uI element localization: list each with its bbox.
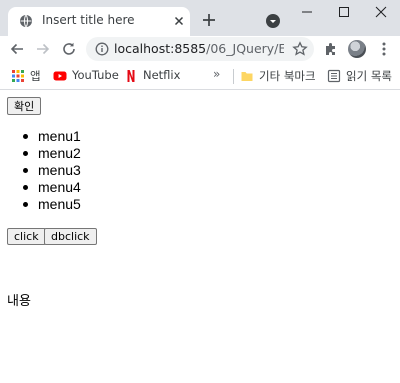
menu-list: menu1 menu2 menu3 menu4 menu5 xyxy=(0,128,81,213)
reload-icon[interactable] xyxy=(61,41,77,57)
bookmark-star-icon[interactable] xyxy=(292,41,308,57)
bookmarks-bar: 앱 YouTube Netflix » 기타 북마크 읽기 목록 xyxy=(0,63,400,90)
tab-title: Insert title here xyxy=(42,13,135,27)
active-tab[interactable]: Insert title here xyxy=(8,7,190,36)
list-item: menu1 xyxy=(0,128,81,145)
minimize-icon[interactable] xyxy=(297,4,317,20)
browser-toolbar: localhost:8585/06_JQuery/Even... xyxy=(0,36,400,63)
url-text[interactable]: localhost:8585/06_JQuery/Even... xyxy=(114,41,284,56)
click-button[interactable]: click xyxy=(7,228,46,245)
close-window-icon[interactable] xyxy=(371,4,391,20)
new-tab-plus-icon[interactable] xyxy=(201,12,217,28)
list-item: menu2 xyxy=(0,145,81,162)
bookmark-label: Netflix xyxy=(143,68,181,82)
page-content: 확인 menu1 menu2 menu3 menu4 menu5 click d… xyxy=(0,90,400,383)
bookmark-label: 읽기 목록 xyxy=(346,69,392,83)
bookmarks-divider xyxy=(233,69,234,84)
globe-icon xyxy=(20,14,32,28)
list-item: menu4 xyxy=(0,179,81,196)
maximize-icon[interactable] xyxy=(334,4,354,20)
site-info-icon[interactable] xyxy=(95,42,109,56)
url-host: localhost:8585 xyxy=(114,41,207,56)
dbclick-button[interactable]: dbclick xyxy=(44,228,97,245)
kebab-menu-icon[interactable] xyxy=(376,41,392,57)
url-path: /06_JQuery/Even... xyxy=(206,41,284,56)
bookmark-label: 기타 북마크 xyxy=(259,69,316,83)
bookmark-label: 앱 xyxy=(30,69,41,83)
confirm-button[interactable]: 확인 xyxy=(7,97,42,115)
address-bar[interactable]: localhost:8585/06_JQuery/Even... xyxy=(86,37,314,61)
list-item: menu5 xyxy=(0,196,81,213)
back-arrow-icon[interactable] xyxy=(9,41,25,57)
bookmark-label: YouTube xyxy=(72,68,119,82)
netflix-icon xyxy=(127,70,135,82)
list-item: menu3 xyxy=(0,162,81,179)
forward-arrow-icon[interactable] xyxy=(35,41,51,57)
tab-search-dropdown-icon[interactable] xyxy=(266,14,280,28)
youtube-icon xyxy=(53,71,67,81)
folder-icon xyxy=(241,72,253,81)
tab-strip: Insert title here xyxy=(0,0,400,36)
profile-avatar[interactable] xyxy=(348,40,366,58)
apps-grid-icon xyxy=(12,70,24,82)
extensions-puzzle-icon[interactable] xyxy=(323,41,339,57)
content-text: 내용 xyxy=(7,294,31,309)
close-tab-icon[interactable] xyxy=(172,14,186,28)
reading-list-icon xyxy=(327,69,341,83)
more-bookmarks-chevron[interactable]: » xyxy=(213,67,220,81)
